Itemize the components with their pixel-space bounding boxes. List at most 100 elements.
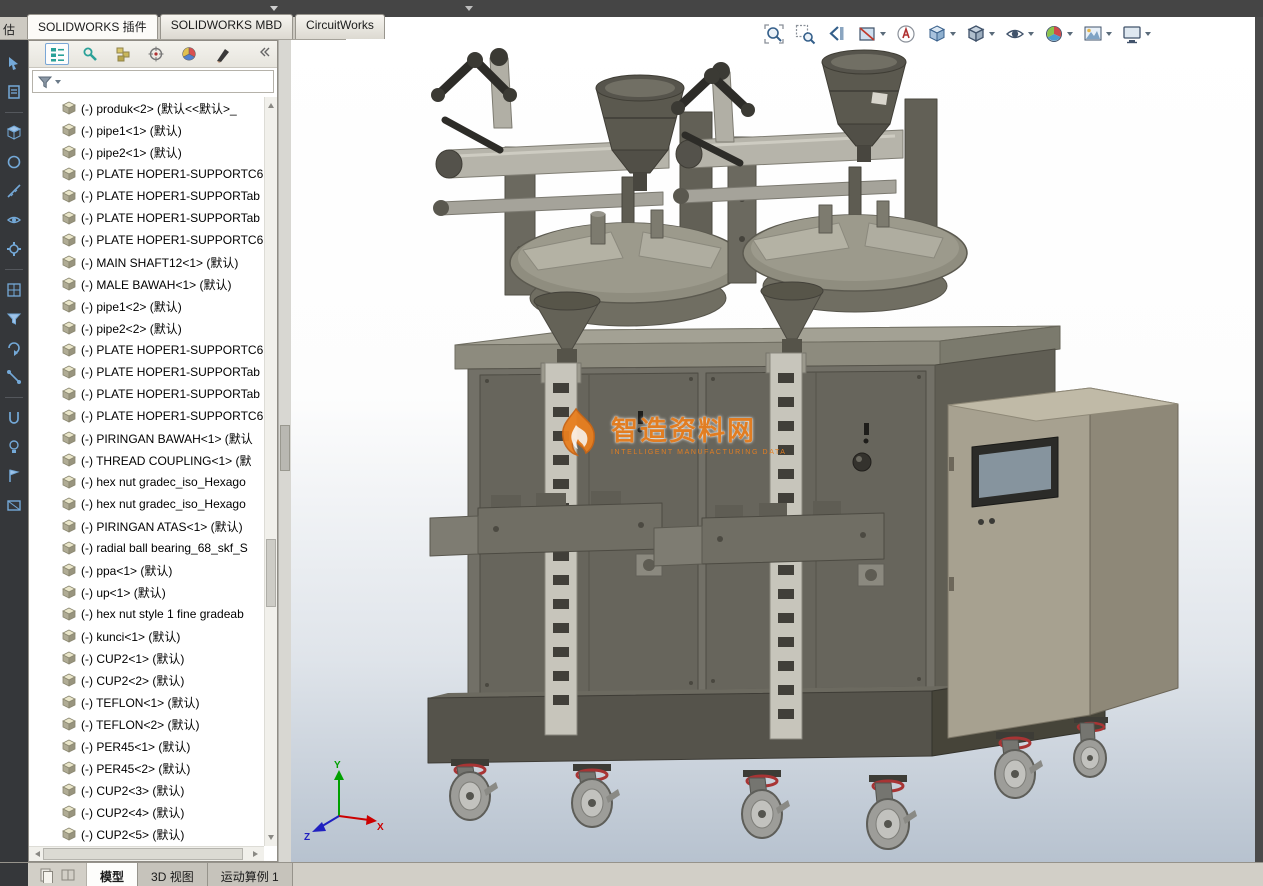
dock-section-icon[interactable]: [5, 496, 23, 514]
tree-item[interactable]: (-) hex nut gradec_iso_Hexago: [29, 493, 264, 515]
tree-item[interactable]: (-) PLATE HOPER1-SUPPORTab: [29, 185, 264, 207]
tree-item[interactable]: (-) kunci<1> (默认): [29, 625, 264, 647]
dropdown-caret-icon[interactable]: [950, 32, 956, 39]
tree-item[interactable]: (-) pipe1<2> (默认): [29, 295, 264, 317]
dock-gear-icon[interactable]: [5, 240, 23, 258]
dock-rotate-icon[interactable]: [5, 339, 23, 357]
dock-bulb-icon[interactable]: [5, 438, 23, 456]
zoom-area-button[interactable]: [794, 23, 816, 45]
tree-item[interactable]: (-) CUP2<4> (默认): [29, 801, 264, 823]
part-icon: [62, 541, 76, 555]
tree-item[interactable]: (-) PIRINGAN ATAS<1> (默认): [29, 515, 264, 537]
tree-item[interactable]: (-) PLATE HOPER1-SUPPORTC6: [29, 229, 264, 251]
tree-item[interactable]: (-) PLATE HOPER1-SUPPORTC6: [29, 339, 264, 361]
panel-splitter-scrollbar[interactable]: [278, 40, 291, 862]
tree-item[interactable]: (-) PLATE HOPER1-SUPPORTC6: [29, 405, 264, 427]
dropdown-caret-icon[interactable]: [1106, 32, 1112, 39]
tree-item[interactable]: (-) MALE BAWAH<1> (默认): [29, 273, 264, 295]
dock-eye-icon[interactable]: [5, 211, 23, 229]
tree-item[interactable]: (-) CUP2<3> (默认): [29, 779, 264, 801]
graphics-area[interactable]: 智造资料网 INTELLIGENT MANUFACTURING DATA Y X…: [291, 17, 1255, 862]
tree-item[interactable]: (-) CUP2<2> (默认): [29, 669, 264, 691]
view-settings-button[interactable]: [1121, 23, 1151, 45]
tab-3d-views[interactable]: 3D 视图: [138, 863, 208, 886]
tab-model[interactable]: 模型: [87, 863, 139, 886]
previous-view-button[interactable]: [825, 23, 847, 45]
dropdown-caret-icon[interactable]: [1067, 32, 1073, 39]
splitter-icon[interactable]: [60, 867, 76, 883]
dropdown-caret-icon[interactable]: [1028, 32, 1034, 39]
quick-access-caret-icon[interactable]: [465, 6, 473, 15]
tree-item[interactable]: (-) CUP2<1> (默认): [29, 647, 264, 669]
zoom-fit-button[interactable]: [763, 23, 785, 45]
dock-flag-icon[interactable]: [5, 467, 23, 485]
scroll-right-arrow-icon[interactable]: [253, 851, 261, 857]
sheet-icon[interactable]: [38, 867, 54, 883]
dock-circle-icon[interactable]: [5, 153, 23, 171]
tree-filter[interactable]: [32, 70, 274, 93]
section-view-icon: [859, 27, 875, 41]
tree-item[interactable]: (-) PLATE HOPER1-SUPPORTC6: [29, 163, 264, 185]
tree-item[interactable]: (-) up<1> (默认): [29, 581, 264, 603]
dock-cube-icon[interactable]: [5, 124, 23, 142]
featuremanager-tab[interactable]: [45, 43, 69, 65]
tab-solidworks-mbd[interactable]: SOLIDWORKS MBD: [159, 14, 294, 39]
display-style-button[interactable]: [965, 23, 995, 45]
scroll-thumb[interactable]: [280, 425, 290, 471]
dropdown-caret-icon[interactable]: [989, 32, 995, 39]
tree-vertical-scrollbar[interactable]: [264, 97, 277, 846]
tree-item[interactable]: (-) PLATE HOPER1-SUPPORTab: [29, 361, 264, 383]
dimxpertmanager-tab[interactable]: [144, 43, 168, 65]
tree-item[interactable]: (-) pipe2<1> (默认): [29, 141, 264, 163]
dock-document-icon[interactable]: [5, 83, 23, 101]
configurationmanager-tab[interactable]: [111, 43, 135, 65]
tree-item[interactable]: (-) radial ball bearing_68_skf_S: [29, 537, 264, 559]
tree-item[interactable]: (-) TEFLON<2> (默认): [29, 713, 264, 735]
scroll-down-arrow-icon[interactable]: [268, 835, 274, 843]
tree-item[interactable]: (-) ppa<1> (默认): [29, 559, 264, 581]
view-orientation-button[interactable]: [926, 23, 956, 45]
tree-item[interactable]: (-) pipe1<1> (默认): [29, 119, 264, 141]
annotation-view-button[interactable]: [895, 23, 917, 45]
tree-item[interactable]: (-) THREAD COUPLING<1> (默: [29, 449, 264, 471]
displaymanager-tab[interactable]: [177, 43, 201, 65]
tree-item[interactable]: (-) PER45<1> (默认): [29, 735, 264, 757]
collapse-panel-icon[interactable]: [257, 45, 271, 64]
scroll-thumb[interactable]: [43, 848, 243, 860]
tab-circuitworks[interactable]: CircuitWorks: [295, 14, 385, 39]
tree-item[interactable]: (-) pipe2<2> (默认): [29, 317, 264, 339]
tab-evaluate-partial[interactable]: 估: [3, 21, 15, 38]
tree-item[interactable]: (-) produk<2> (默认<<默认>_: [29, 97, 264, 119]
edit-appearance-button[interactable]: [1043, 23, 1073, 45]
dock-select-icon[interactable]: [5, 54, 23, 72]
dock-grid-icon[interactable]: [5, 281, 23, 299]
apply-scene-button[interactable]: [1082, 23, 1112, 45]
part-icon: [62, 761, 76, 775]
section-view-button[interactable]: [856, 23, 886, 45]
tree-item[interactable]: (-) PER45<2> (默认): [29, 757, 264, 779]
scroll-left-arrow-icon[interactable]: [32, 851, 40, 857]
dropdown-caret-icon[interactable]: [1145, 32, 1151, 39]
tree-item[interactable]: (-) hex nut gradec_iso_Hexago: [29, 471, 264, 493]
tree-horizontal-scrollbar[interactable]: [29, 846, 264, 861]
tree-item[interactable]: (-) CUP2<5> (默认): [29, 823, 264, 845]
tree-item[interactable]: (-) hex nut style 1 fine gradeab: [29, 603, 264, 625]
dock-ruler-icon[interactable]: [5, 182, 23, 200]
tree-item[interactable]: (-) MAIN SHAFT12<1> (默认): [29, 251, 264, 273]
tree-item[interactable]: (-) PLATE HOPER1-SUPPORTab: [29, 383, 264, 405]
part-icon: [62, 409, 76, 423]
tree-item[interactable]: (-) TEFLON<1> (默认): [29, 691, 264, 713]
dropdown-caret-icon[interactable]: [880, 32, 886, 39]
scroll-thumb[interactable]: [266, 538, 276, 607]
propertymanager-tab[interactable]: [78, 43, 102, 65]
dock-filter-icon[interactable]: [5, 310, 23, 328]
tab-solidworks-addins[interactable]: SOLIDWORKS 插件: [27, 14, 158, 39]
tree-item[interactable]: (-) PIRINGAN BAWAH<1> (默认: [29, 427, 264, 449]
dock-measure-icon[interactable]: [5, 368, 23, 386]
appearances-tab[interactable]: [210, 43, 234, 65]
hide-show-items-button[interactable]: [1004, 23, 1034, 45]
scroll-up-arrow-icon[interactable]: [268, 100, 274, 108]
tab-motion-study-1[interactable]: 运动算例 1: [207, 863, 293, 886]
tree-item[interactable]: (-) PLATE HOPER1-SUPPORTab: [29, 207, 264, 229]
dock-magnet-icon[interactable]: [5, 409, 23, 427]
